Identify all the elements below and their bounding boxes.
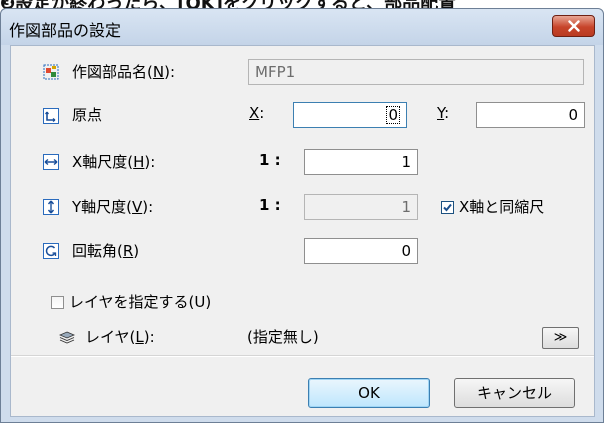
origin-x-field[interactable]: 0 <box>293 102 407 128</box>
rotation-label: 回転角(R) <box>72 242 140 260</box>
origin-icon <box>43 108 59 124</box>
dialog-client-area: 作図部品名(N): MFP1 原点 X: 0 Y: 0 X軸尺度(H): 1 :… <box>10 45 595 417</box>
layer-label: レイヤ(L): <box>85 328 155 346</box>
vertical-scale-icon <box>43 199 59 215</box>
same-scale-checkbox[interactable] <box>441 201 454 214</box>
x-scale-label: X軸尺度(H): <box>72 153 156 171</box>
origin-y-label: Y: <box>437 104 450 122</box>
separator <box>11 355 594 357</box>
origin-x-label: X: <box>249 104 265 122</box>
origin-label: 原点 <box>72 106 103 124</box>
dialog-title: 作図部品の設定 <box>9 21 122 40</box>
horizontal-scale-icon <box>43 154 59 170</box>
layer-select-button[interactable]: ≫ <box>542 327 579 349</box>
close-icon <box>567 20 580 32</box>
specify-layer-label[interactable]: レイヤを指定する(U) <box>69 291 211 312</box>
y-scale-field[interactable]: 1 <box>304 194 418 220</box>
x-scale-field[interactable]: 1 <box>304 149 418 175</box>
cancel-button[interactable]: キャンセル <box>454 378 575 408</box>
rotation-icon <box>43 243 59 259</box>
origin-y-field[interactable]: 0 <box>476 102 585 128</box>
rotation-field[interactable]: 0 <box>304 238 418 264</box>
part-name-label: 作図部品名(N): <box>72 63 175 81</box>
checkmark-icon <box>443 203 452 212</box>
layer-value: (指定無し) <box>247 328 319 346</box>
dialog-titlebar[interactable]: 作図部品の設定 <box>1 9 603 45</box>
part-settings-dialog: 作図部品の設定 作図部品名(N): MFP1 原点 X: 0 Y: 0 X軸尺度… <box>0 8 604 423</box>
layers-icon <box>59 331 75 344</box>
y-scale-ratio: 1 : <box>259 196 281 214</box>
part-name-icon <box>43 64 59 80</box>
ok-button[interactable]: OK <box>308 378 430 408</box>
origin-x-value: 0 <box>386 106 400 124</box>
y-scale-label: Y軸尺度(V): <box>72 198 154 216</box>
specify-layer-checkbox[interactable] <box>51 296 64 309</box>
same-scale-label[interactable]: X軸と同縮尺 <box>459 196 544 217</box>
part-name-field[interactable]: MFP1 <box>248 59 584 85</box>
x-scale-ratio: 1 : <box>259 151 281 169</box>
close-button[interactable] <box>552 15 595 37</box>
